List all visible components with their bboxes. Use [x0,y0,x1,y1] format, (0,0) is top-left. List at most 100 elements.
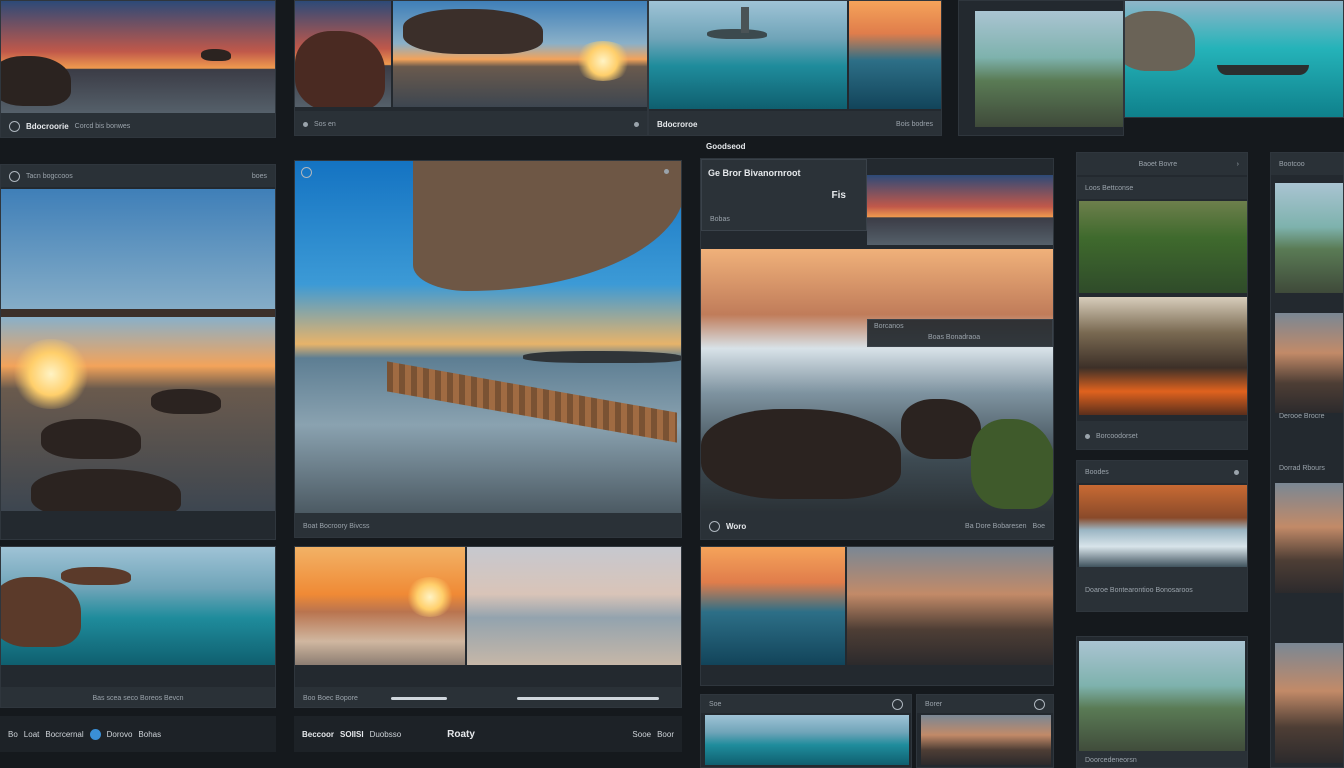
close-icon[interactable] [1234,469,1239,475]
panel-header-bar: Borer [917,695,1053,713]
rock-shape [1125,11,1195,71]
panel-left-main: Tacn bogccoos boes [0,164,276,540]
boat-shape [1217,65,1309,75]
panel-footer-bar: Borcoodorset [1077,421,1247,449]
toolbar-item[interactable]: SOIISI [340,730,364,739]
rock-shape [151,389,221,414]
overhang-shape [413,161,681,291]
toolbar-item[interactable]: Bo [8,730,18,739]
caption-meta: Bois bodres [896,120,933,128]
globe-icon[interactable] [89,728,101,740]
globe-icon[interactable] [709,520,720,532]
panel-col5: Bootcoo Derooe Brocre Dorrad Rbours [1270,152,1344,768]
panel-header-bar: Tacn bogccoos boes [1,165,275,187]
info-card: Ge Bror Bivanornroot Fis Bobas [701,159,867,231]
progress-bar[interactable] [517,697,659,700]
info-sub: Bobas [710,216,730,223]
settings-icon[interactable] [9,120,20,132]
toolbar-item[interactable]: Bohas [138,730,161,739]
settings-icon[interactable] [892,698,903,710]
col4-title: Baoet Bovre [1138,160,1178,168]
settings-icon[interactable] [1034,698,1045,710]
section-heading: Goodseod [706,142,746,151]
photo-beach-cliffs[interactable] [1275,183,1343,293]
photo-city-sunset[interactable] [921,715,1051,765]
logo-icon[interactable] [301,167,312,178]
menu-icon[interactable] [1085,433,1090,439]
photo-canyon-river[interactable] [1079,485,1247,567]
photo-pier-seascape[interactable] [295,161,681,513]
toolbar-item[interactable]: Duobsso [370,730,402,739]
toolbar-item[interactable]: Dorovo [107,730,133,739]
progress-bar[interactable] [391,697,447,700]
panel-header-bar: Soe [701,695,911,713]
photo-waves-rocks[interactable] [701,249,1053,511]
panel-footer-bar: Doaroe Bontearontioo Bonosaroos [1077,567,1247,611]
footer-mid: Ba Dore Bobaresen [965,522,1027,530]
panel-col4: Baoet Bovre › Loos Bettconse Borcoodorse… [1076,152,1248,450]
photo-green-gorge[interactable] [1079,201,1247,293]
panel-footer-bar: Boat Bocroory Bivcss [295,513,681,537]
bottom-toolbar-mid: Beccoor SOIISI Duobsso Roaty Sooe Boor [294,716,682,752]
info-badge: Fis [831,190,846,201]
photo-mountain-coast[interactable] [975,11,1123,127]
overlay-title: Borcanos [874,323,904,330]
photo-sea-stacks[interactable] [393,1,647,107]
photo-turquoise-rocks[interactable] [1,547,275,665]
menu-icon[interactable] [303,121,308,127]
panel-top-right-a [958,0,1124,136]
photo-calm-sea[interactable] [467,547,681,665]
col4-item2-title: Boodes [1085,468,1109,476]
panel-top-right-b [1124,0,1344,118]
panel-footer-bar: Bas scea seco Boreos Bevcn [1,687,275,707]
toolbar-item[interactable]: Roaty [447,729,475,740]
panel-subheader-bar: Loos Bettconse [1077,177,1247,199]
photo-bridge-sunset[interactable] [1,189,275,511]
photo-cliff-clouds[interactable] [867,175,1053,245]
footer-caption: Boat Bocroory Bivcss [303,522,370,530]
caption-title: Bdocroorie [26,121,69,131]
camera-icon[interactable] [9,170,20,182]
panel-bottom-left: Bas scea seco Boreos Bevcn [0,546,276,708]
chevron-icon[interactable]: › [1237,161,1239,168]
photo-rocky-sunset[interactable] [1,1,275,113]
photo-blue-sea[interactable] [705,715,909,765]
footer-left: Woro [726,521,747,531]
panel-center-main: Boat Bocroory Bivcss [294,160,682,538]
share-icon[interactable] [634,121,639,127]
photo-lighthouse-sea[interactable] [649,1,847,109]
photo-lava-rocks[interactable] [1079,297,1247,415]
photo-mountain-dusk[interactable] [1275,313,1343,413]
panel-top-mid: Sos en [294,0,648,136]
toolbar-item[interactable]: Loat [24,730,40,739]
photo-red-rocks[interactable] [1275,483,1343,593]
panel-header-bar: Bootcoo [1271,153,1343,175]
panel-caption-bar: Bdocroorie Corcd bis bonwes [1,113,275,137]
photo-twilight-sea[interactable] [849,1,941,109]
photo-dusk-rocks[interactable] [847,547,1053,665]
lighthouse-shape [741,7,749,33]
bridge-deck [1,309,275,317]
overlay-card[interactable]: Borcanos Boas Bonadraoa [867,319,1053,347]
sun-glow [11,339,91,409]
panel-col4-bottom: Doorcedeneorsn [1076,636,1248,768]
toolbar-item[interactable]: Boor [657,730,674,739]
photo-coastal-cliff[interactable] [1079,641,1245,753]
rock-shape [701,409,901,499]
toolbar-item[interactable]: Bocrcernal [45,730,83,739]
col5-title: Bootcoo [1279,160,1305,168]
photo-storm-sea[interactable] [1275,643,1343,763]
caption-meta: Corcd bis bonwes [74,122,131,130]
panel-footer-bar: Doorcedeneorsn [1077,751,1247,767]
toolbar-item[interactable]: Sooe [632,730,651,739]
photo-cliff-sunset[interactable] [295,1,391,107]
info-title: Ge Bror Bivanornroot [708,168,801,178]
pier-deck [387,361,677,443]
photo-beach-sunset[interactable] [295,547,465,665]
toolbar-item[interactable]: Beccoor [302,730,334,739]
rock-shape [901,399,981,459]
photo-ocean-wave[interactable] [701,547,845,665]
rock-shape [971,419,1053,509]
photo-turquoise-boat[interactable] [1125,1,1343,117]
settings-icon[interactable] [664,169,669,174]
